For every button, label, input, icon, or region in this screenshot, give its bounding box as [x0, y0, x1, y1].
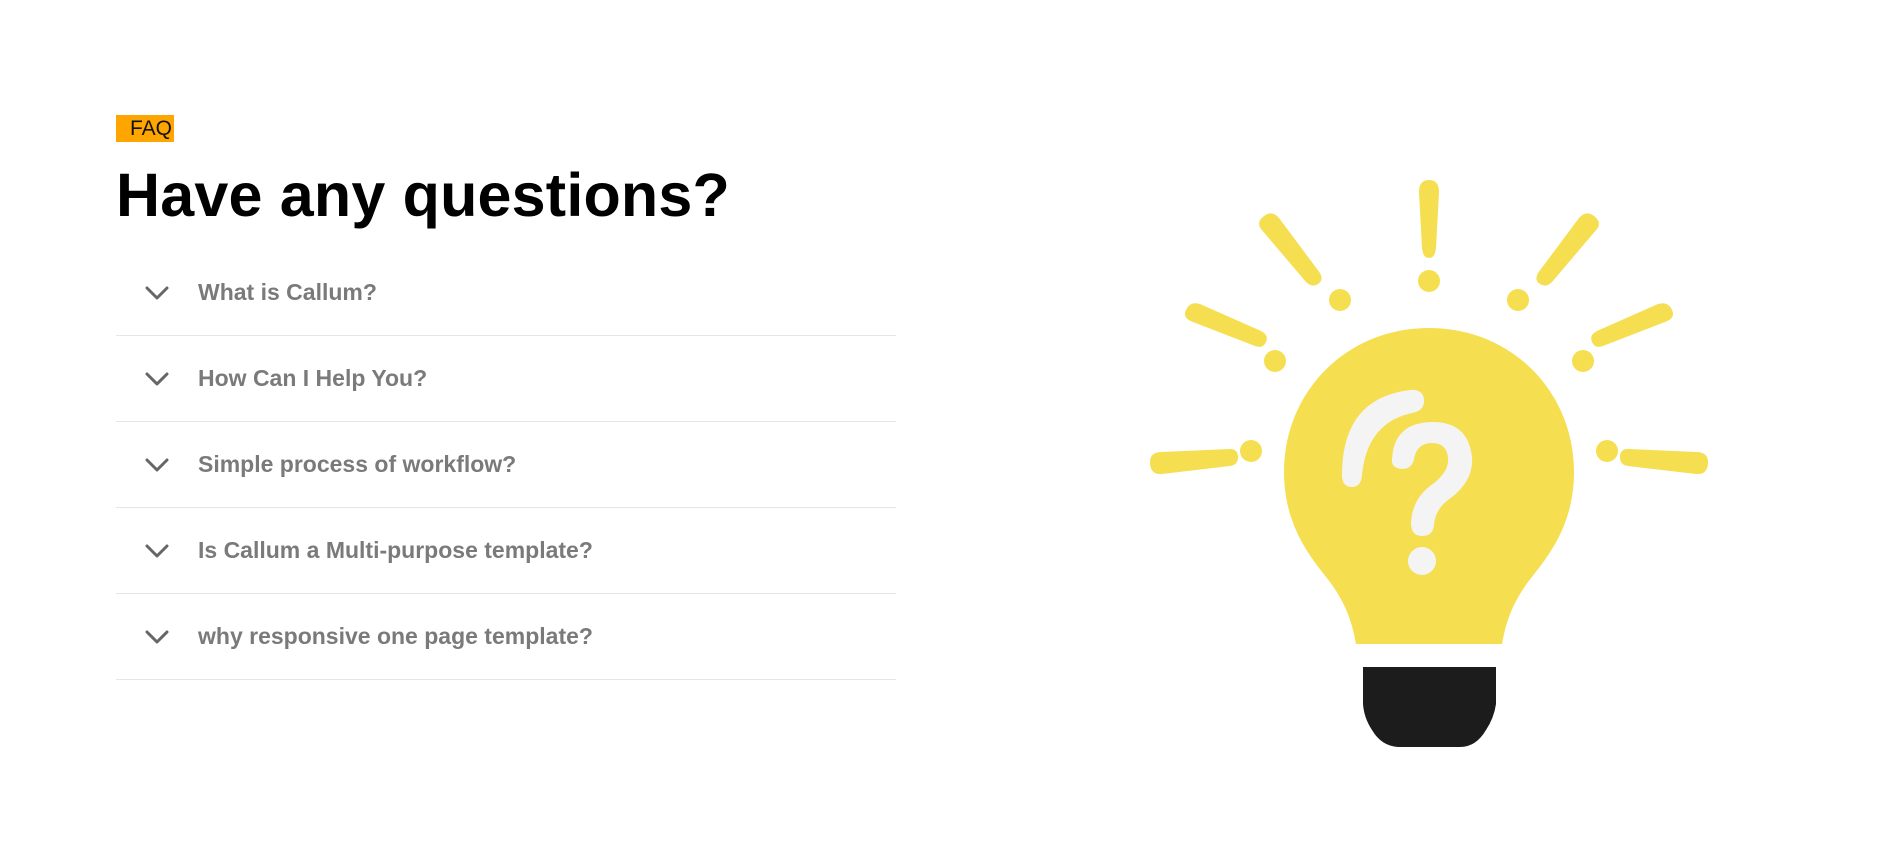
faq-question[interactable]: What is Callum?	[198, 279, 377, 306]
faq-question[interactable]: Is Callum a Multi-purpose template?	[198, 537, 593, 564]
chevron-down-icon[interactable]	[144, 543, 170, 559]
lightbulb-question-icon	[1130, 170, 1730, 760]
faq-tag: FAQ	[116, 115, 175, 142]
chevron-down-icon[interactable]	[144, 629, 170, 645]
chevron-down-icon[interactable]	[144, 371, 170, 387]
faq-question[interactable]: why responsive one page template?	[198, 623, 593, 650]
chevron-down-icon[interactable]	[144, 457, 170, 473]
faq-question[interactable]: Simple process of workflow?	[198, 451, 516, 478]
faq-item-how-can-i-help[interactable]: How Can I Help You?	[116, 336, 896, 422]
faq-item-simple-process[interactable]: Simple process of workflow?	[116, 422, 896, 508]
faq-item-what-is-callum[interactable]: What is Callum?	[116, 250, 896, 336]
faq-section: FAQ Have any questions? What is Callum? …	[116, 115, 896, 680]
faq-list: What is Callum? How Can I Help You? Simp…	[116, 250, 896, 680]
faq-item-responsive-template[interactable]: why responsive one page template?	[116, 594, 896, 680]
page-title: Have any questions?	[116, 161, 730, 229]
chevron-down-icon[interactable]	[144, 285, 170, 301]
faq-item-multi-purpose[interactable]: Is Callum a Multi-purpose template?	[116, 508, 896, 594]
faq-question[interactable]: How Can I Help You?	[198, 365, 427, 392]
